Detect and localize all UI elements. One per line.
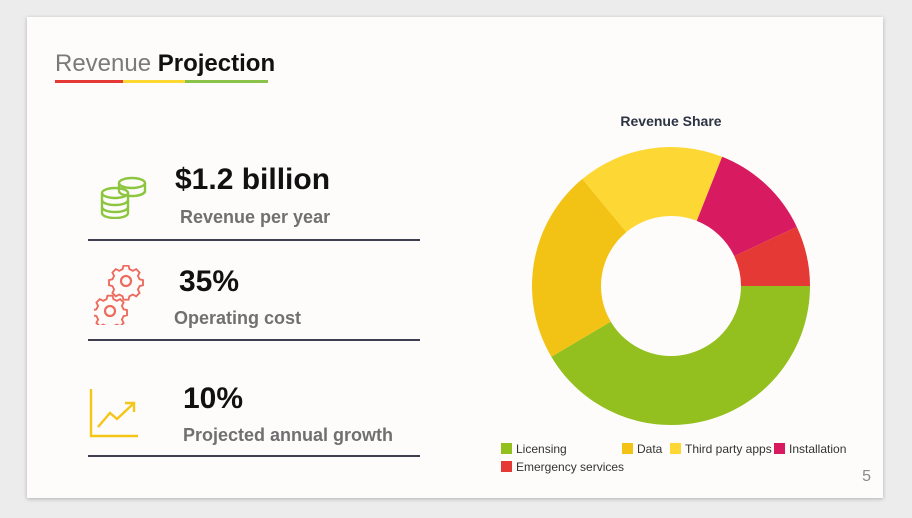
coins-icon (98, 175, 150, 224)
divider (88, 239, 420, 241)
title-bold-word: Projection (157, 50, 276, 77)
legend-label: Emergency services (516, 460, 625, 474)
legend-item-data: Data (622, 442, 662, 456)
legend-swatch (501, 461, 512, 472)
legend-swatch (670, 443, 681, 454)
legend-label: Installation (789, 442, 847, 456)
chart-title: Revenue Share (620, 113, 722, 129)
kpi-label: Revenue per year (180, 207, 331, 227)
growth-chart-icon (88, 387, 140, 444)
kpi-growth: 10% Projected annual growth (88, 375, 420, 461)
legend-item-emergency-services: Emergency services (501, 460, 624, 474)
page-number: 5 (862, 468, 871, 485)
legend-label: Data (637, 442, 663, 456)
kpi-value: 35% (179, 265, 240, 298)
legend-item-installation: Installation (774, 442, 846, 456)
slide: Revenue Projection $1.2 billion Revenue … (27, 17, 883, 498)
title-underline (55, 80, 268, 83)
legend-label: Third party apps (685, 442, 772, 456)
legend-swatch (774, 443, 785, 454)
title-underline-red (55, 80, 123, 83)
legend-swatch (622, 443, 633, 454)
legend-swatch (501, 443, 512, 454)
kpi-label: Operating cost (174, 308, 302, 328)
legend-item-third-party-apps: Third party apps (670, 442, 772, 456)
legend-item-licensing: Licensing (501, 442, 567, 456)
kpi-value: $1.2 billion (175, 163, 331, 196)
divider (88, 455, 420, 457)
title-light-word: Revenue (55, 50, 152, 77)
title-underline-green (185, 80, 268, 83)
title-underline-yellow (123, 80, 185, 83)
donut-chart (532, 147, 810, 425)
kpi-label: Projected annual growth (183, 425, 394, 445)
kpi-value: 10% (183, 382, 244, 415)
gears-icon (92, 264, 144, 331)
kpi-revenue: $1.2 billion Revenue per year (88, 157, 420, 243)
divider (88, 339, 420, 341)
slide-title: Revenue Projection (55, 50, 275, 78)
kpi-operating-cost: 35% Operating cost (88, 257, 420, 343)
legend-label: Licensing (516, 442, 567, 456)
